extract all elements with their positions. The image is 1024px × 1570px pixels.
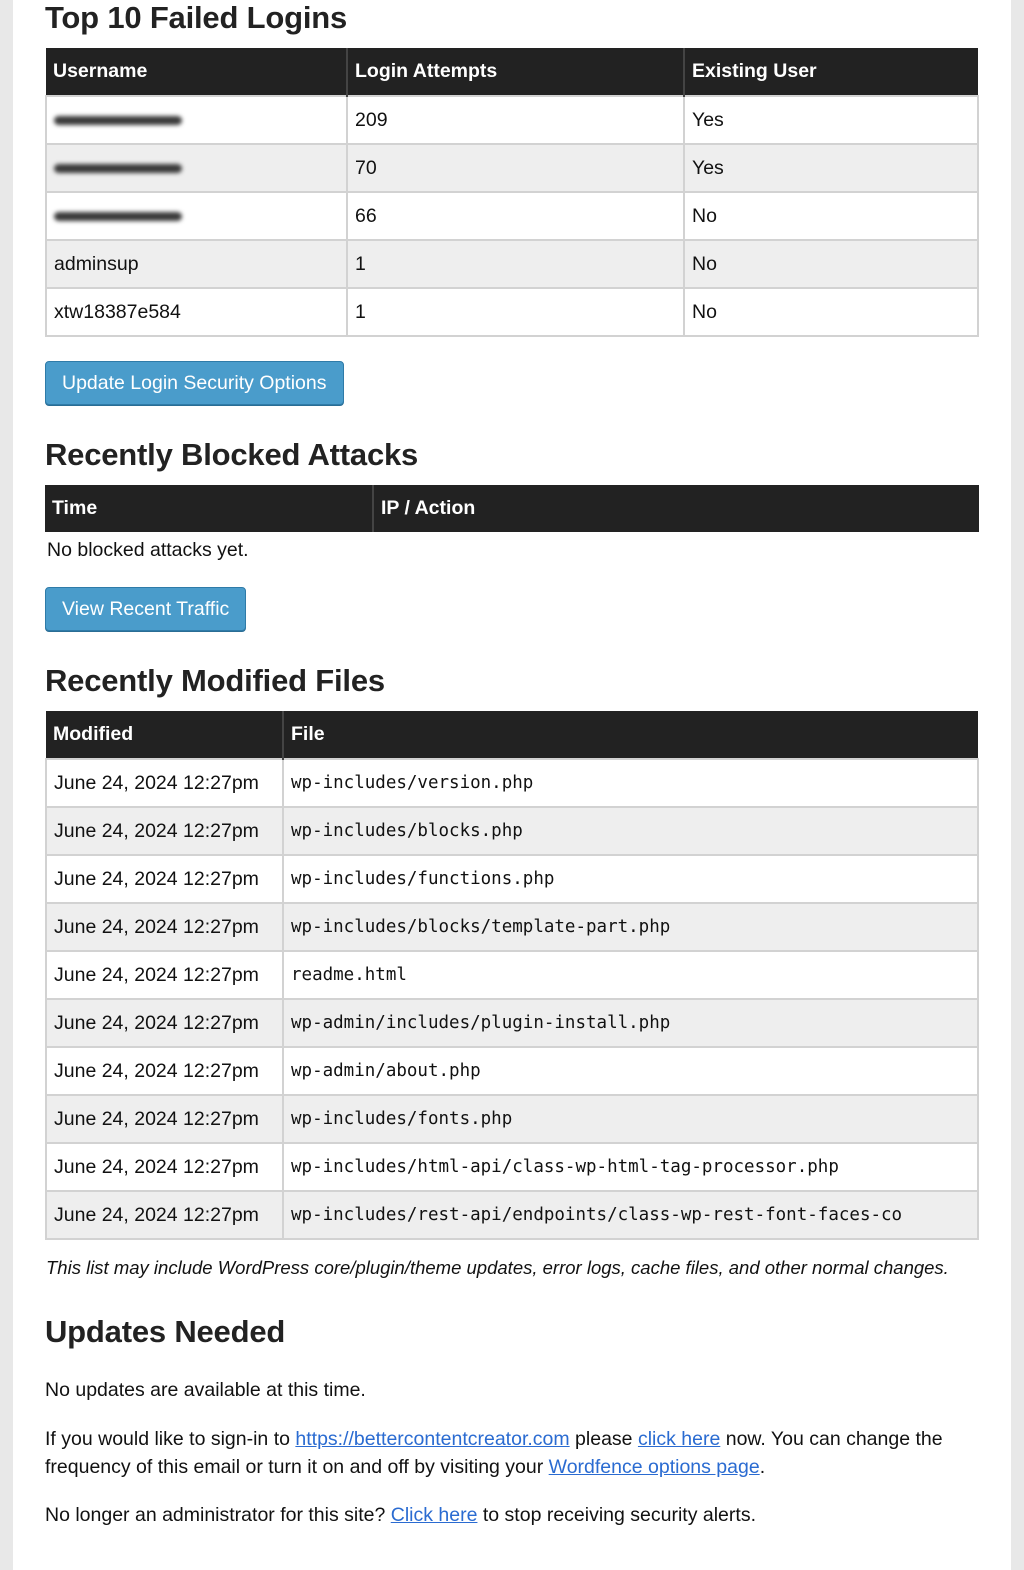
modified-date-cell: June 24, 2024 12:27pm: [45, 950, 284, 1000]
modified-files-note: This list may include WordPress core/plu…: [46, 1257, 949, 1278]
click-here-signin-link[interactable]: click here: [638, 1428, 720, 1450]
column-header-time: Time: [45, 485, 374, 532]
blocked-attacks-title: Recently Blocked Attacks: [45, 437, 419, 472]
modified-file-row: June 24, 2024 12:27pm wp-includes/version…: [45, 758, 979, 808]
update-login-security-options-button[interactable]: Update Login Security Options: [45, 361, 344, 405]
failed-login-row: 209 Yes: [45, 95, 979, 145]
column-header-login-attempts: Login Attempts: [347, 48, 685, 96]
no-updates-text: No updates are available at this time.: [45, 1379, 366, 1401]
login-attempts-cell: 70: [346, 143, 685, 193]
file-path-cell: wp-includes/rest-api/endpoints/class-wp-…: [282, 1190, 979, 1240]
modified-date-cell: June 24, 2024 12:27pm: [45, 1046, 284, 1096]
file-path-cell: readme.html: [282, 950, 979, 1000]
stop-alerts-link[interactable]: Click here: [391, 1504, 478, 1526]
file-path-cell: wp-includes/fonts.php: [282, 1094, 979, 1144]
modified-file-row: June 24, 2024 12:27pm readme.html: [45, 950, 979, 1000]
site-link[interactable]: https://bettercontentcreator.com: [295, 1428, 569, 1450]
modified-date-cell: June 24, 2024 12:27pm: [45, 806, 284, 856]
modified-file-row: June 24, 2024 12:27pm wp-admin/includes/p…: [45, 998, 979, 1048]
username-cell: [45, 191, 348, 241]
unsubscribe-paragraph: No longer an administrator for this site…: [45, 1501, 756, 1529]
signin-prefix-text: If you would like to sign-in to: [45, 1428, 296, 1450]
no-blocked-attacks-text: No blocked attacks yet.: [47, 539, 249, 561]
modified-files-title: Recently Modified Files: [45, 663, 385, 698]
modified-file-row: June 24, 2024 12:27pm wp-includes/functio…: [45, 854, 979, 904]
modified-file-row: June 24, 2024 12:27pm wp-includes/blocks/…: [45, 902, 979, 952]
modified-date-cell: June 24, 2024 12:27pm: [45, 902, 284, 952]
failed-logins-title: Top 10 Failed Logins: [45, 0, 348, 35]
failed-login-row: adminsup 1 No: [45, 239, 979, 289]
column-header-file: File: [283, 711, 978, 759]
unsubscribe-prefix-text: No longer an administrator for this site…: [45, 1504, 391, 1526]
blocked-attacks-table: Time IP / Action: [45, 485, 979, 532]
file-path-cell: wp-includes/version.php: [282, 758, 979, 808]
login-attempts-cell: 1: [346, 239, 685, 289]
wordfence-options-link[interactable]: Wordfence options page: [549, 1456, 760, 1478]
modified-date-cell: June 24, 2024 12:27pm: [45, 998, 284, 1048]
username-cell: xtw18387e584: [45, 287, 348, 337]
email-body: Top 10 Failed Logins Username Login Atte…: [13, 0, 1011, 1570]
modified-file-row: June 24, 2024 12:27pm wp-admin/about.php: [45, 1046, 979, 1096]
modified-file-row: June 24, 2024 12:27pm wp-includes/blocks.…: [45, 806, 979, 856]
redacted-username: [54, 115, 182, 125]
file-path-cell: wp-includes/blocks.php: [282, 806, 979, 856]
modified-date-cell: June 24, 2024 12:27pm: [45, 1094, 284, 1144]
username-cell: [45, 95, 348, 145]
modified-file-row: June 24, 2024 12:27pm wp-includes/rest-ap…: [45, 1190, 979, 1240]
failed-login-row: xtw18387e584 1 No: [45, 287, 979, 337]
existing-user-cell: Yes: [683, 95, 979, 145]
username-cell: adminsup: [45, 239, 348, 289]
failed-login-row: 66 No: [45, 191, 979, 241]
login-attempts-cell: 66: [346, 191, 685, 241]
signin-middle-text: please: [569, 1428, 638, 1450]
failed-login-row: 70 Yes: [45, 143, 979, 193]
redacted-username: [54, 211, 182, 221]
file-path-cell: wp-admin/about.php: [282, 1046, 979, 1096]
login-attempts-cell: 1: [346, 287, 685, 337]
signin-paragraph: If you would like to sign-in to https://…: [45, 1425, 985, 1481]
file-path-cell: wp-includes/html-api/class-wp-html-tag-p…: [282, 1142, 979, 1192]
failed-logins-table: Username Login Attempts Existing User 20…: [45, 48, 979, 337]
file-path-cell: wp-includes/blocks/template-part.php: [282, 902, 979, 952]
modified-date-cell: June 24, 2024 12:27pm: [45, 1142, 284, 1192]
updates-needed-title: Updates Needed: [45, 1314, 286, 1349]
redacted-username: [54, 163, 182, 173]
modified-file-row: June 24, 2024 12:27pm wp-includes/fonts.p…: [45, 1094, 979, 1144]
view-recent-traffic-button[interactable]: View Recent Traffic: [45, 587, 247, 631]
modified-date-cell: June 24, 2024 12:27pm: [45, 1190, 284, 1240]
column-header-username: Username: [46, 48, 348, 96]
username-cell: [45, 143, 348, 193]
modified-date-cell: June 24, 2024 12:27pm: [45, 758, 284, 808]
column-header-existing-user: Existing User: [684, 48, 978, 96]
existing-user-cell: No: [683, 191, 979, 241]
signin-end-text: .: [759, 1456, 766, 1478]
file-path-cell: wp-admin/includes/plugin-install.php: [282, 998, 979, 1048]
existing-user-cell: No: [683, 239, 979, 289]
modified-file-row: June 24, 2024 12:27pm wp-includes/html-ap…: [45, 1142, 979, 1192]
unsubscribe-suffix-text: to stop receiving security alerts.: [477, 1504, 756, 1526]
column-header-modified: Modified: [46, 711, 284, 759]
modified-files-table: Modified File June 24, 2024 12:27pm wp-in…: [45, 711, 979, 1240]
login-attempts-cell: 209: [346, 95, 685, 145]
existing-user-cell: Yes: [683, 143, 979, 193]
existing-user-cell: No: [683, 287, 979, 337]
modified-date-cell: June 24, 2024 12:27pm: [45, 854, 284, 904]
file-path-cell: wp-includes/functions.php: [282, 854, 979, 904]
column-header-ip-action: IP / Action: [373, 485, 979, 532]
